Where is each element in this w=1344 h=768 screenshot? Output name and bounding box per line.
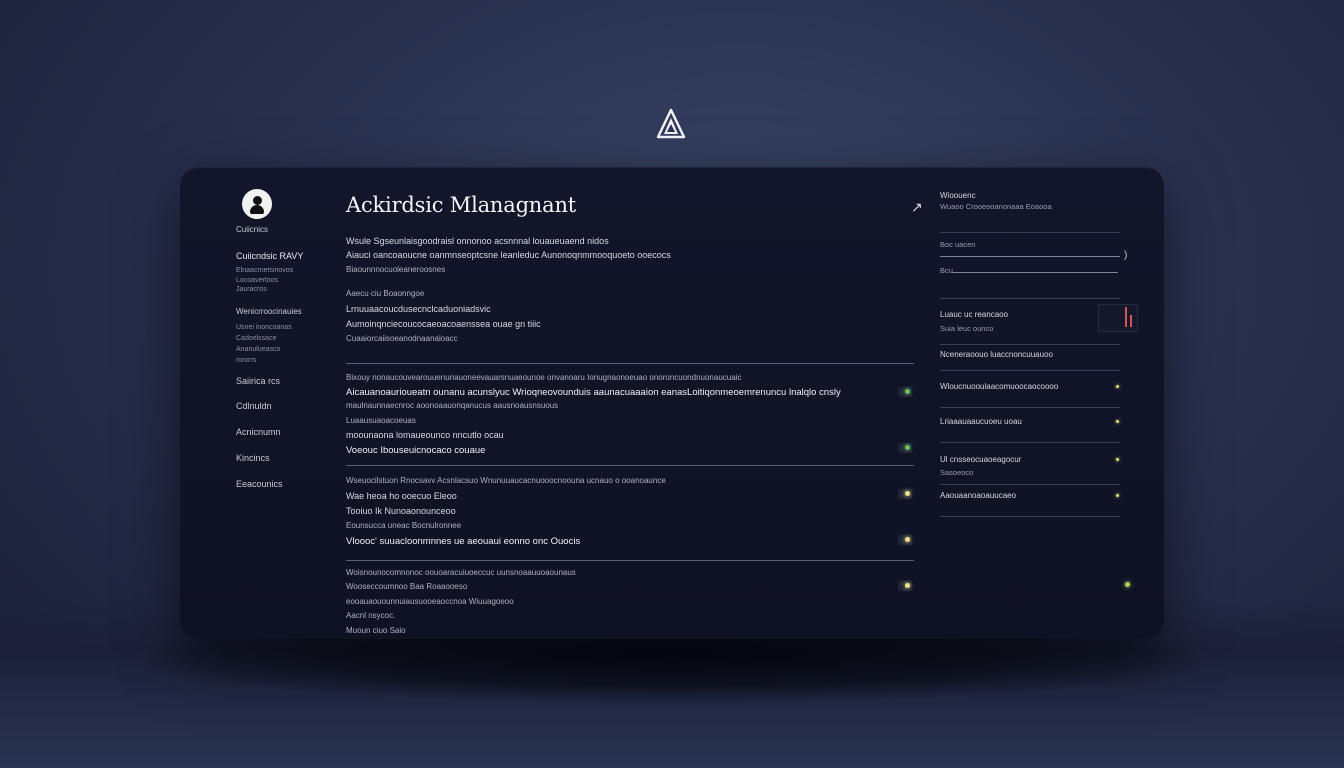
status-indicator-icon[interactable] <box>898 581 912 591</box>
status-dot-icon <box>1116 420 1119 423</box>
intro-line: Aiauci oancoaoucne oanmnseoptcsne leanle… <box>346 250 671 260</box>
block-line: Aumoinqnciecoucocaeoacoaenssea ouae gn t… <box>346 319 541 329</box>
app-window: Cuiicnics Cuiicndsic RAVY Elnaacrnetsino… <box>180 167 1164 639</box>
status-dot-icon <box>1116 458 1119 461</box>
panel-item-title: Ul cnsseocuaoeagocur <box>940 455 1022 464</box>
panel-item-sub: Sasoeoco <box>940 468 974 477</box>
status-indicator-icon[interactable] <box>898 443 912 453</box>
slider-handle[interactable]: ) <box>1124 250 1127 261</box>
divider <box>346 363 914 364</box>
block-line: Lrnuuaacoucdusecnclcaduoniadsvic <box>346 304 491 314</box>
row-line: Wooseccoumnoo Baa Roaaooeso <box>346 582 468 591</box>
row-line: Muoun ciuo Saio <box>346 626 406 635</box>
slider-track[interactable] <box>952 272 1118 273</box>
panel-divider <box>940 442 1120 443</box>
sidebar-group-line: Ananulueasco <box>236 346 281 353</box>
row-line: Woisnounocomnonoc oouoaracuiuoeccuc uuns… <box>346 568 576 577</box>
sidebar: Cuiicnics Cuiicndsic RAVY Elnaacrnetsino… <box>180 167 330 639</box>
page-title: Ackirdsic Mlanagnant <box>346 193 577 217</box>
status-indicator-icon[interactable] <box>898 489 912 499</box>
panel-item-sub: Suia leuc ounco <box>940 324 994 333</box>
sidebar-section-title[interactable]: Cuiicndsic RAVY <box>236 251 303 261</box>
avatar[interactable] <box>242 189 272 219</box>
panel-subtitle: Wuaoo Crooeooanonaaa Eoaooa <box>940 202 1052 211</box>
main-content: Ackirdsic Mlanagnant Wsule Sgseunlaisgoo… <box>346 167 916 639</box>
sidebar-item-3[interactable]: Acnicnumn <box>236 427 281 437</box>
panel-divider <box>940 407 1120 408</box>
right-panel: Wioouenc Wuaoo Crooeooanonaaa Eoaooa Boc… <box>938 167 1138 639</box>
sidebar-item-2[interactable]: Cdlnuldn <box>236 401 272 411</box>
panel-divider <box>940 370 1120 371</box>
arrow-up-right-icon[interactable]: ↗ <box>911 199 923 216</box>
sidebar-item-1[interactable]: Saiirica rcs <box>236 376 280 386</box>
sparkline-chart <box>1098 304 1138 332</box>
status-indicator-icon[interactable] <box>898 387 912 397</box>
row-line: Aicauanoaurioueatn ounanu acunslyuc Wrio… <box>346 387 841 398</box>
panel-item-title: Wloucnuooulaacomuoocaocoooo <box>940 382 1059 391</box>
panel-divider <box>940 344 1120 345</box>
row-line: maulnaunnaecnroc aoonoaauonqanucus aausn… <box>346 401 559 410</box>
status-indicator-icon[interactable] <box>1118 579 1132 589</box>
row-line: moounaona lomaueounco nncutlo ocau <box>346 430 504 440</box>
sidebar-section-line: Elnaacrnetsinovos <box>236 267 294 274</box>
row-line: Tooiuo Ik Nunoaonounceoo <box>346 506 456 516</box>
profile-label: Cuiicnics <box>236 225 269 234</box>
panel-divider <box>940 516 1120 517</box>
divider <box>346 465 914 466</box>
intro-line: Wsule Sgseunlaisgoodraisl onnonoo acsnnn… <box>346 236 609 246</box>
panel-item-title: Nceneraoouo luaccnoncuuauoo <box>940 350 1053 359</box>
user-icon-body <box>250 205 264 214</box>
panel-divider <box>940 298 1120 299</box>
triangle-logo-icon <box>656 108 686 139</box>
block-line: Cuaaiorcaiisoeanodnaanaloacc <box>346 334 458 343</box>
row-line: Wae heoa ho ooecuo Eleoo <box>346 491 457 501</box>
status-dot-icon <box>1116 494 1119 497</box>
sidebar-group-line: mrorrs <box>236 357 257 364</box>
panel-item-title: Lriaaauaaucuoeu uoau <box>940 417 1022 426</box>
panel-item-title: Luauc uc reancaoo <box>940 310 1009 319</box>
slider-track[interactable] <box>940 256 1120 257</box>
row-line: Wseuocilstuon Rnocsavv Acsnlacsuo Wnunuu… <box>346 476 666 485</box>
status-dot-icon <box>1116 385 1119 388</box>
intro-line: Biaounnnocuoleaneroosnes <box>346 265 446 274</box>
sidebar-section-line: Jauracros <box>236 286 267 293</box>
sidebar-group-line: Usnei inoncoanas <box>236 324 292 331</box>
status-indicator-icon[interactable] <box>898 535 912 545</box>
row-line: Aacnl nsycoc. <box>346 611 396 620</box>
sidebar-item-4[interactable]: Kincincs <box>236 453 270 463</box>
sidebar-item-5[interactable]: Eeacounics <box>236 479 283 489</box>
row-line: Luaausuaoacoeuas <box>346 416 416 425</box>
row-line: Voeouc Ibouseuicnocaco couaue <box>346 445 486 456</box>
row-line: Eounsucca uneac Bocnulronnee <box>346 521 462 530</box>
divider <box>346 560 914 561</box>
row-line: Bixouy nonaucouvearouuenunauoneevauarsnu… <box>346 373 742 382</box>
block-line: Aaecu ciu Boaonngoe <box>346 289 425 298</box>
panel-divider <box>940 232 1120 233</box>
row-line: eooauaouounnuiausuooeaoccnoa Wiuuagoeoo <box>346 597 514 606</box>
panel-item-title: Aaouaanoaoauucaeo <box>940 491 1017 500</box>
slider-label: Boc uacen <box>940 240 976 249</box>
user-icon <box>252 196 262 205</box>
row-line: Vloooc' suuacloonmnnes ue aeouaui eonno … <box>346 536 581 547</box>
panel-title: Wioouenc <box>940 191 976 200</box>
sidebar-section-line: Locoavertoos <box>236 277 279 284</box>
sidebar-group-line: Cadoelssace <box>236 335 277 342</box>
sidebar-group-title[interactable]: Wenicrroocinauies <box>236 307 302 316</box>
slider-label: Bcu <box>940 266 953 275</box>
panel-divider <box>940 484 1120 485</box>
